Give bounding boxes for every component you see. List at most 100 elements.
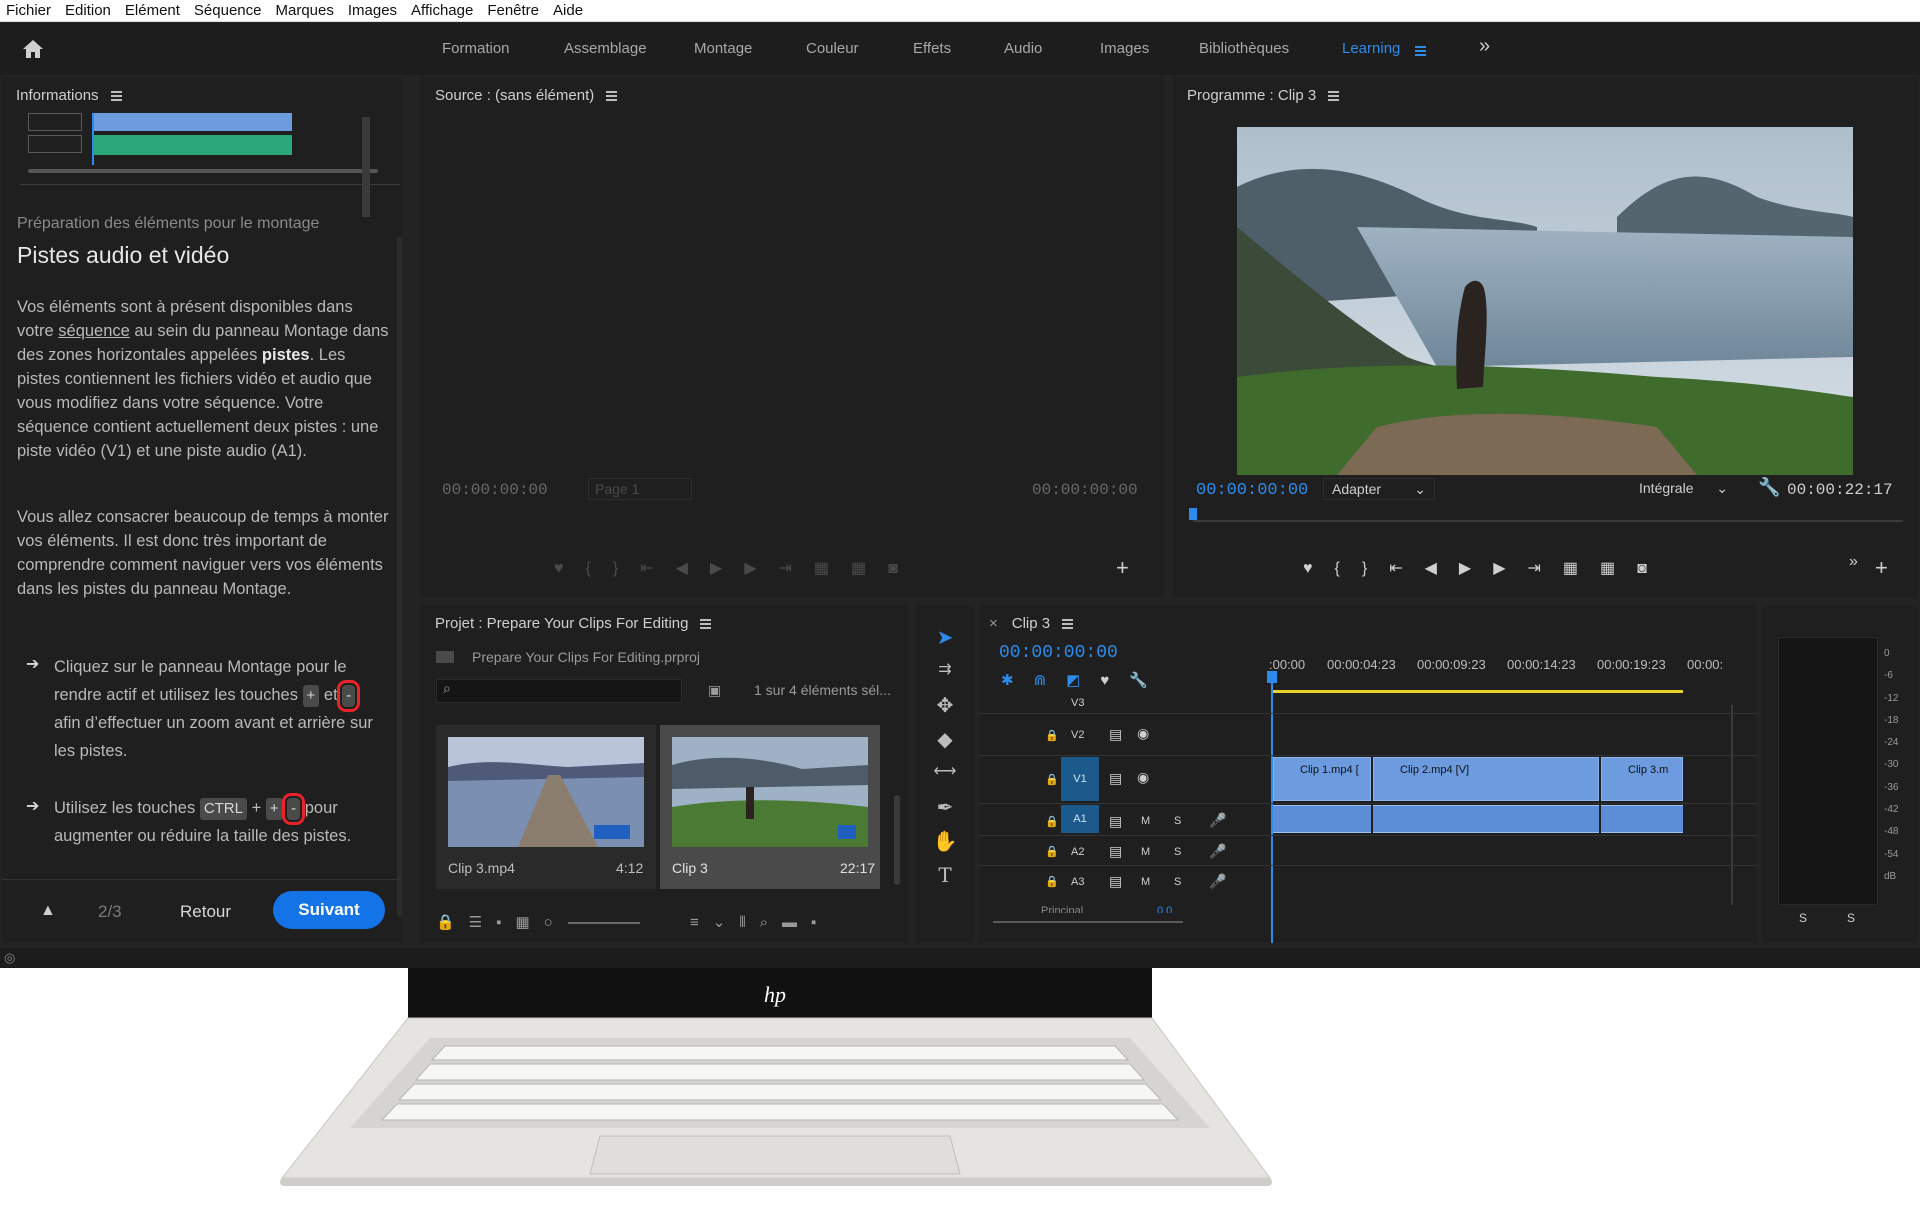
lock-icon[interactable]: 🔒 (1045, 773, 1059, 786)
timeline-vertical-scroll[interactable] (1731, 705, 1733, 905)
menu-sequence[interactable]: Séquence (194, 2, 262, 19)
timeline-clip-video[interactable]: Clip 1.mp4 [ (1273, 757, 1371, 801)
workspace-learning[interactable]: Learning (1342, 40, 1400, 57)
project-item-clip3mp4[interactable]: Clip 3.mp4 4:12 (436, 725, 656, 889)
toggle-sync-icon[interactable]: ▤ (1109, 843, 1122, 860)
meter-solo-right[interactable]: S (1847, 911, 1855, 925)
hand-tool-icon[interactable]: ✋ (930, 829, 960, 854)
project-toolbar[interactable]: 🔒☰▪▦○ (436, 913, 567, 931)
toggle-sync-icon[interactable]: ▤ (1109, 726, 1122, 743)
workspace-couleur[interactable]: Couleur (806, 40, 859, 57)
slip-tool-icon[interactable]: ⟷ (930, 761, 960, 781)
sequence-link[interactable]: séquence (58, 322, 130, 340)
type-tool-icon[interactable]: T (930, 863, 960, 887)
new-bin-icon[interactable]: ▣ (708, 682, 721, 699)
playhead-handle-icon[interactable] (1267, 671, 1277, 683)
workspace-audio[interactable]: Audio (1004, 40, 1042, 57)
project-item-clip3-sequence[interactable]: Clip 3 22:17 (660, 725, 880, 889)
overflow-icon[interactable]: » (1849, 553, 1858, 571)
menu-aide[interactable]: Aide (553, 2, 583, 19)
meter-solo-left[interactable]: S (1799, 911, 1807, 925)
up-arrow-icon[interactable]: ▲ (40, 902, 56, 920)
menu-marques[interactable]: Marques (275, 2, 333, 19)
razor-tool-icon[interactable]: ◆ (930, 727, 960, 752)
master-track-value[interactable]: 0.0 (1157, 905, 1172, 913)
back-button[interactable]: Retour (180, 902, 231, 922)
toggle-sync-icon[interactable]: ▤ (1109, 813, 1122, 830)
menu-fichier[interactable]: Fichier (6, 2, 51, 19)
panel-menu-icon[interactable] (700, 617, 712, 631)
home-icon[interactable] (22, 39, 44, 59)
playhead-icon[interactable] (1189, 508, 1197, 520)
learning-menu-icon[interactable] (1415, 44, 1426, 58)
timeline-clip-video[interactable]: Clip 3.m (1601, 757, 1683, 801)
mute-button[interactable]: M (1141, 815, 1150, 827)
ripple-edit-tool-icon[interactable]: ✥ (930, 693, 960, 718)
microphone-icon[interactable]: 🎤 (1209, 843, 1226, 860)
workspace-images[interactable]: Images (1100, 40, 1149, 57)
microphone-icon[interactable]: 🎤 (1209, 873, 1226, 890)
workspace-overflow-icon[interactable]: » (1479, 35, 1490, 58)
program-quality-select[interactable]: Intégrale ⌄ (1631, 478, 1736, 500)
timeline-horizontal-scroll[interactable] (993, 921, 1183, 923)
workspace-effets[interactable]: Effets (913, 40, 951, 57)
wrench-icon[interactable]: 🔧 (1758, 477, 1780, 498)
add-button-icon[interactable]: + (1116, 555, 1129, 581)
project-search-input[interactable]: ⌕ (436, 679, 682, 703)
menu-images[interactable]: Images (348, 2, 397, 19)
work-area-bar[interactable] (1271, 690, 1683, 693)
lock-icon[interactable]: 🔒 (1045, 875, 1059, 888)
add-button-icon[interactable]: + (1875, 555, 1888, 581)
lock-icon[interactable]: 🔒 (1045, 845, 1059, 858)
menu-edition[interactable]: Edition (65, 2, 111, 19)
track-label-v1[interactable]: V1 (1061, 757, 1099, 801)
timeline-clip-audio[interactable] (1273, 805, 1371, 833)
track-select-tool-icon[interactable]: ⇉ (930, 659, 960, 679)
solo-button[interactable]: S (1174, 876, 1181, 888)
info-scrollbar[interactable] (397, 237, 402, 917)
close-icon[interactable]: × (989, 615, 998, 632)
track-label-a1[interactable]: A1 (1061, 805, 1099, 833)
toggle-sync-icon[interactable]: ▤ (1109, 873, 1122, 890)
solo-button[interactable]: S (1174, 815, 1181, 827)
eye-icon[interactable]: ◉ (1137, 725, 1149, 742)
toggle-sync-icon[interactable]: ▤ (1109, 770, 1122, 787)
key-minus-highlighted: - (337, 680, 361, 712)
timeline-clip-video[interactable]: Clip 2.mp4 [V] (1373, 757, 1599, 801)
program-timecode-current[interactable]: 00:00:00:00 (1196, 481, 1308, 500)
mute-button[interactable]: M (1141, 846, 1150, 858)
timeline-timecode[interactable]: 00:00:00:00 (999, 643, 1118, 663)
project-toolbar-right[interactable]: ≡⌄⫴⌕▬▪ (690, 913, 830, 931)
lesson-heading: Pistes audio et vidéo (17, 242, 230, 268)
eye-icon[interactable]: ◉ (1137, 769, 1149, 786)
solo-button[interactable]: S (1174, 846, 1181, 858)
lock-icon[interactable]: 🔒 (1045, 815, 1059, 828)
selection-tool-icon[interactable]: ➤ (930, 625, 960, 650)
workspace-montage[interactable]: Montage (694, 40, 752, 57)
panel-menu-icon[interactable] (110, 89, 122, 103)
microphone-icon[interactable]: 🎤 (1209, 812, 1226, 829)
b2-text-plus: + (246, 799, 266, 817)
lock-icon[interactable]: 🔒 (1045, 729, 1059, 742)
menu-affichage[interactable]: Affichage (411, 2, 473, 19)
panel-menu-icon[interactable] (1062, 617, 1074, 631)
panel-menu-icon[interactable] (1328, 89, 1340, 103)
timeline-clip-audio[interactable] (1373, 805, 1599, 833)
workspace-bibliotheques[interactable]: Bibliothèques (1199, 40, 1289, 57)
timeline-toolbar[interactable]: ✱⋒◩♥🔧 (1001, 671, 1168, 689)
program-scrubber[interactable] (1193, 520, 1903, 522)
timeline-clip-audio[interactable] (1601, 805, 1683, 833)
mute-button[interactable]: M (1141, 876, 1150, 888)
panel-menu-icon[interactable] (606, 89, 618, 103)
menu-fenetre[interactable]: Fenêtre (487, 2, 539, 19)
zoom-slider[interactable] (568, 922, 640, 924)
program-fit-select[interactable]: Adapter ⌄ (1323, 478, 1435, 500)
project-scrollbar[interactable] (894, 795, 900, 885)
next-button[interactable]: Suivant (273, 891, 385, 929)
menu-element[interactable]: Elément (125, 2, 180, 19)
workspace-formation[interactable]: Formation (442, 40, 510, 57)
workspace-assemblage[interactable]: Assemblage (564, 40, 647, 57)
source-page-select[interactable]: Page 1 (588, 478, 692, 500)
pen-tool-icon[interactable]: ✒ (930, 795, 960, 820)
program-transport-controls[interactable]: ♥{}⇤◀▶▶⇥▦▦◙ (1303, 558, 1669, 578)
